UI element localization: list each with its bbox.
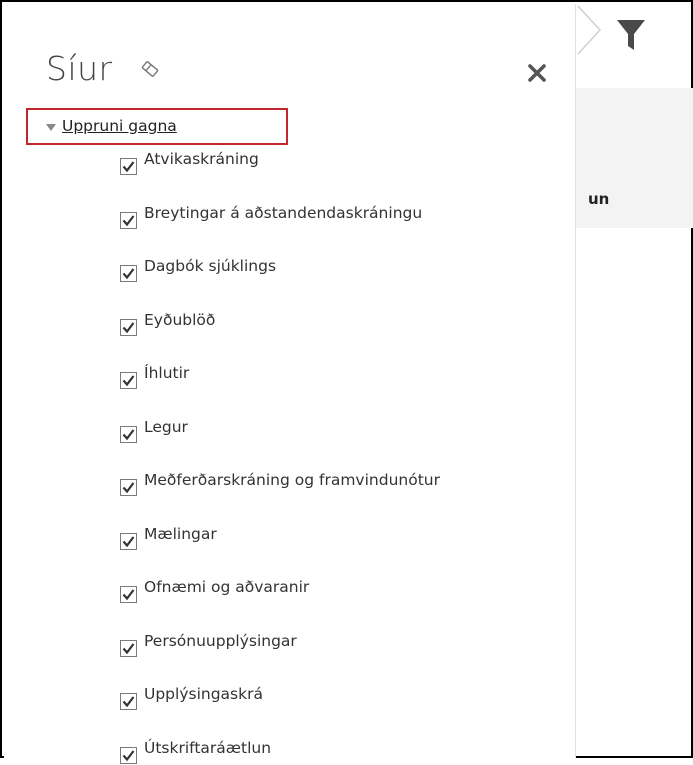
checkmark-icon [122,749,135,761]
report-column-header-partial: un [588,190,610,208]
caret-down-icon[interactable] [46,124,56,132]
checkmark-icon [122,696,135,708]
filter-item-label: Meðferðarskráning og framvindunótur [144,471,440,489]
checkbox[interactable] [120,372,137,389]
checkmark-icon [122,161,135,173]
filters-pane: Síur Uppruni gagna Atvikaskráning Breytin… [4,4,576,764]
close-icon[interactable] [526,62,548,84]
filter-item-label: Upplýsingaskrá [144,685,263,703]
checkbox[interactable] [120,532,137,550]
checkbox[interactable] [120,211,137,229]
filter-group-header[interactable]: Uppruni gagna [26,108,288,145]
filter-icon[interactable] [616,18,646,52]
checkmark-icon [122,321,135,333]
filter-item-label: Breytingar á aðstandendaskráningu [144,203,423,222]
eraser-icon[interactable] [140,59,160,79]
filter-item-label: Ofnæmi og aðvaranir [144,578,310,596]
filter-group-label[interactable]: Uppruni gagna [62,117,177,135]
checkbox[interactable] [120,158,137,175]
pane-tab-chevron-icon [577,5,602,55]
checkmark-icon [122,589,135,601]
checkmark-icon [122,535,135,547]
checkmark-icon [122,642,135,654]
checkbox[interactable] [120,265,137,282]
checkmark-icon [122,375,135,387]
filter-item-label: Íhlutir [144,364,190,382]
filter-item-label: Legur [144,417,188,436]
checkmark-icon [122,214,135,226]
checkmark-icon [122,428,135,440]
checkbox[interactable] [120,586,137,603]
filter-item-label: Persónuupplýsingar [144,631,297,650]
checkbox[interactable] [120,639,137,657]
checkbox[interactable] [120,746,137,764]
filter-item-label: Dagbók sjúklings [144,257,277,275]
filter-item-label: Eyðublöð [144,310,216,329]
checkbox[interactable] [120,693,137,710]
checkmark-icon [122,482,135,494]
filter-item-label: Mælingar [144,524,217,543]
checkbox[interactable] [120,425,137,443]
filter-item-label: Útskriftaráætlun [144,738,272,757]
checkbox[interactable] [120,318,137,336]
filter-item-label: Atvikaskráning [144,150,259,168]
checkbox[interactable] [120,479,137,496]
pane-title: Síur [46,49,113,88]
checkmark-icon [122,268,135,280]
window-frame: un Síur Uppruni gagna Atvikaskráning Brey… [0,0,693,764]
